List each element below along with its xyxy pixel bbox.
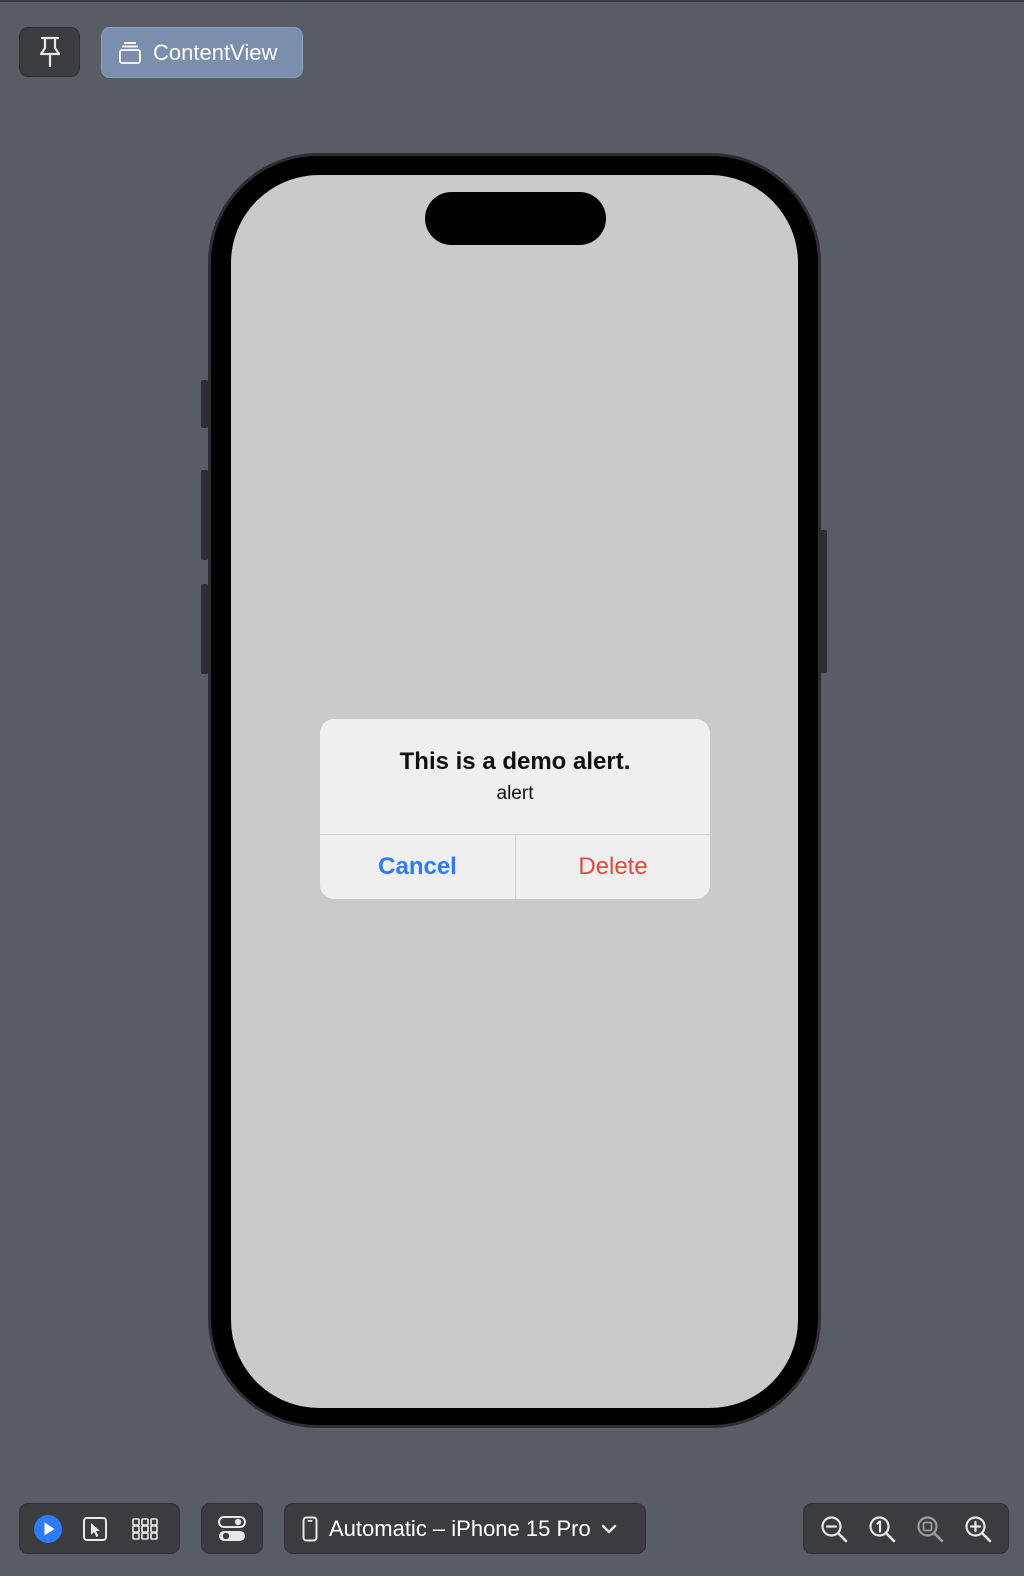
stack-window-icon — [118, 41, 142, 65]
zoom-controls — [803, 1503, 1009, 1554]
volume-down-button — [201, 584, 208, 674]
pin-icon — [38, 36, 62, 68]
iphone-device-icon — [302, 1516, 318, 1542]
demo-alert-dialog: This is a demo alert. alert Cancel Delet… — [320, 719, 710, 899]
iphone-frame: This is a demo alert. alert Cancel Delet… — [208, 153, 821, 1428]
pin-preview-button[interactable] — [19, 27, 80, 77]
delete-button[interactable]: Delete — [516, 835, 710, 899]
selectable-mode-icon[interactable] — [76, 1516, 114, 1542]
variants-grid-icon[interactable] — [114, 1517, 176, 1540]
power-button — [820, 530, 827, 673]
zoom-actual-size-icon[interactable] — [868, 1515, 896, 1543]
alert-message: alert — [496, 783, 534, 804]
chevron-down-icon — [601, 1523, 617, 1535]
zoom-out-icon[interactable] — [820, 1515, 848, 1543]
play-mode-icon[interactable] — [20, 1514, 76, 1544]
zoom-to-fit-icon[interactable] — [916, 1515, 944, 1543]
zoom-in-icon[interactable] — [964, 1515, 992, 1543]
device-label: Automatic – iPhone 15 Pro — [329, 1515, 591, 1541]
cancel-button[interactable]: Cancel — [320, 835, 515, 899]
alert-title: This is a demo alert. — [399, 748, 631, 775]
dynamic-island — [425, 192, 606, 245]
window-top-border — [0, 0, 1024, 2]
content-view-tab[interactable]: ContentView — [101, 27, 303, 78]
device-settings-button[interactable] — [201, 1503, 263, 1554]
action-button — [201, 380, 208, 428]
device-selector[interactable]: Automatic – iPhone 15 Pro — [284, 1503, 646, 1554]
preview-mode-group — [19, 1503, 180, 1554]
device-settings-icon — [218, 1515, 246, 1542]
iphone-screen: This is a demo alert. alert Cancel Delet… — [231, 175, 798, 1408]
content-view-label: ContentView — [153, 39, 278, 65]
volume-up-button — [201, 470, 208, 560]
